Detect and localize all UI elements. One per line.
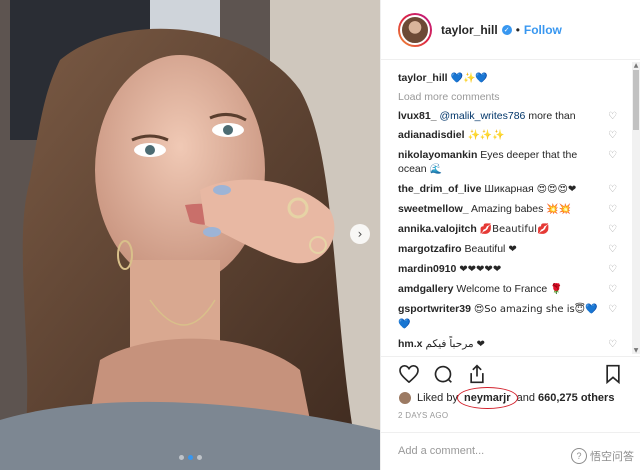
next-image-button[interactable]: ›	[350, 224, 370, 244]
watermark-text: 悟空问答	[590, 451, 634, 463]
carousel-dot-active	[187, 455, 193, 460]
comment-like-icon[interactable]: ♡	[608, 263, 617, 277]
comment-like-icon[interactable]: ♡	[608, 243, 617, 257]
comment-username[interactable]: sweetmellow_	[398, 203, 469, 215]
comment-row: sweetmellow_ Amazing babes 💥💥 ♡	[398, 202, 631, 217]
comment-row: mardin0910 ❤❤❤❤❤ ♡	[398, 262, 631, 277]
comments-list: taylor_hill 💙✨💙 Load more comments lvux8…	[381, 60, 640, 356]
comment-emojis: 😍😍😍❤	[536, 184, 577, 195]
comment-username[interactable]: nikolayomankin	[398, 149, 477, 161]
liked-by-label: Liked by	[417, 392, 458, 404]
verified-badge-icon: ✓	[501, 24, 512, 35]
comment-row: gsportwriter39 😍So amazing she is😇💙💙 ♡	[398, 302, 631, 332]
scroll-down-icon[interactable]: ▼	[632, 347, 640, 354]
comment-username[interactable]: adianadisdiel	[398, 129, 465, 141]
comment-emojis: 🌊	[429, 164, 442, 175]
comment-text: Beautiful	[464, 243, 506, 255]
comment-icon[interactable]	[432, 363, 454, 385]
comment-mention[interactable]: @malik_writes786	[439, 110, 525, 122]
comment-row: the_drim_of_live Шикарная 😍😍😍❤ ♡	[398, 182, 631, 197]
liker-avatar[interactable]	[398, 391, 412, 405]
caption: taylor_hill 💙✨💙	[398, 71, 631, 86]
comment-text: مرحباً فيكم	[425, 338, 474, 350]
watermark-logo-icon: ?	[571, 448, 587, 464]
likes-summary: Liked by neymarjr and 660,275 others	[398, 391, 624, 405]
post-header: taylor_hill ✓ • Follow	[381, 0, 640, 60]
comment-row: lvux81_ @malik_writes786 more than ♡	[398, 109, 631, 123]
comment-row: hm.x مرحباً فيكم ❤ ♡	[398, 337, 631, 352]
follow-button[interactable]: Follow	[524, 23, 562, 37]
comment-username[interactable]: margotzafiro	[398, 243, 462, 255]
comment-username[interactable]: annika.valojitch	[398, 223, 477, 235]
liker-username[interactable]: neymarjr	[461, 392, 513, 404]
carousel-dots	[0, 455, 380, 460]
header-username[interactable]: taylor_hill	[441, 23, 498, 37]
bookmark-icon[interactable]	[602, 363, 624, 385]
comment-like-icon[interactable]: ♡	[608, 223, 617, 237]
comment-text: Welcome to France	[456, 283, 548, 295]
comment-like-icon[interactable]: ♡	[608, 338, 617, 352]
comment-emojis: ❤	[476, 339, 485, 350]
comment-like-icon[interactable]: ♡	[608, 110, 617, 124]
scroll-up-icon[interactable]: ▲	[632, 62, 640, 69]
carousel-dot	[196, 455, 202, 460]
comment-like-icon[interactable]: ♡	[608, 283, 617, 297]
share-icon[interactable]	[466, 363, 488, 385]
likes-and-label: and	[516, 392, 535, 404]
comment-text: more than	[525, 110, 576, 122]
comment-username[interactable]: lvux81_	[398, 110, 437, 122]
comment-text: Шикарная	[484, 183, 534, 195]
load-more-comments-link[interactable]: Load more comments	[398, 91, 631, 103]
post-side-panel: taylor_hill ✓ • Follow taylor_hill 💙✨💙 L…	[380, 0, 640, 470]
comment-username[interactable]: mardin0910	[398, 263, 456, 275]
avatar[interactable]	[398, 12, 432, 47]
comment-row: nikolayomankin Eyes deeper that the ocea…	[398, 148, 631, 177]
heart-icon[interactable]	[398, 363, 420, 385]
caption-username[interactable]: taylor_hill	[398, 72, 448, 84]
comments-scrollbar[interactable]: ▲ ▼	[632, 62, 640, 354]
likes-count[interactable]: 660,275 others	[538, 392, 614, 404]
post-timestamp[interactable]: 2 DAYS AGO	[398, 411, 624, 420]
comment-like-icon[interactable]: ♡	[608, 303, 617, 317]
comment-text: Amazing babes	[470, 203, 544, 215]
caption-emojis: 💙✨💙	[450, 73, 488, 84]
comment-like-icon[interactable]: ♡	[608, 203, 617, 217]
comment-like-icon[interactable]: ♡	[608, 183, 617, 197]
scrollbar-thumb[interactable]	[633, 70, 639, 130]
comment-username[interactable]: the_drim_of_live	[398, 183, 481, 195]
header-separator: •	[515, 22, 520, 37]
comment-like-icon[interactable]: ♡	[608, 149, 617, 163]
comment-row: annika.valojitch 💋Beautiful💋 ♡	[398, 222, 631, 237]
comment-like-icon[interactable]: ♡	[608, 129, 617, 143]
portrait-image	[0, 0, 380, 470]
comment-row: amdgallery Welcome to France 🌹 ♡	[398, 282, 631, 297]
post-actions: Liked by neymarjr and 660,275 others 2 D…	[381, 356, 640, 426]
comment-row: margotzafiro Beautiful ❤ ♡	[398, 242, 631, 257]
comment-username[interactable]: hm.x	[398, 338, 423, 350]
comment-row: adianadisdiel ✨✨✨ ♡	[398, 128, 631, 143]
comment-username[interactable]: gsportwriter39	[398, 303, 471, 315]
comment-emojis: ❤	[508, 244, 517, 255]
post-photo[interactable]: ›	[0, 0, 380, 470]
comment-emojis: ✨✨✨	[467, 130, 505, 141]
comment-emojis: 💋Beautiful💋	[479, 224, 550, 235]
watermark: ? 悟空问答	[571, 448, 634, 464]
comment-emojis: 💥💥	[546, 204, 572, 215]
comment-username[interactable]: amdgallery	[398, 283, 453, 295]
carousel-dot	[178, 455, 184, 460]
comment-emojis: 🌹	[550, 284, 563, 295]
comment-emojis: ❤❤❤❤❤	[459, 264, 502, 275]
